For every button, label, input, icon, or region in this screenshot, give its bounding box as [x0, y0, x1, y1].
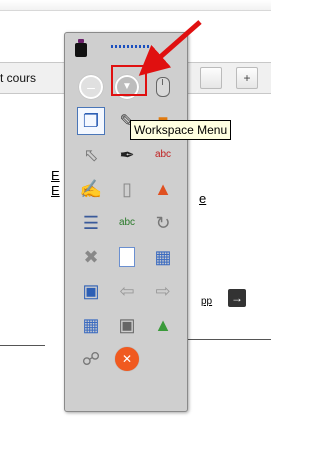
calendar-icon[interactable]: ▦ [77, 311, 105, 339]
tab-title[interactable]: t cours [0, 71, 36, 85]
line-tool-icon[interactable]: ☰ [77, 209, 105, 237]
back-arrow-icon[interactable]: ⇦ [113, 277, 141, 305]
table-icon[interactable]: ▦ [149, 243, 177, 271]
forward-arrow-icon[interactable]: ⇨ [149, 277, 177, 305]
page-arrow-button[interactable]: → [228, 289, 246, 307]
highlighter-icon[interactable]: ✍ [77, 175, 105, 203]
toolbar-row-8: ▦ ▣ ▲ [71, 311, 181, 339]
toolbar-row-4: ✍ ▯ ▲ [71, 175, 181, 203]
minus-circle-icon[interactable]: – [77, 73, 105, 101]
toolbar-row-3: ⬁ ✒ abc [71, 141, 181, 169]
copy-workspace-icon[interactable]: ❐ [77, 107, 105, 135]
page-link-3[interactable]: e [199, 191, 206, 206]
close-circle-icon[interactable]: ✕ [113, 345, 141, 373]
spell-pen-icon[interactable]: abc [149, 141, 177, 169]
shapes-icon[interactable]: ▲ [149, 175, 177, 203]
rotate-icon[interactable]: ↻ [149, 209, 177, 237]
page-link-4[interactable]: pp [201, 296, 212, 307]
screen-capture-icon[interactable]: ▣ [77, 277, 105, 305]
pointer-icon[interactable]: ⬁ [77, 141, 105, 169]
pen-tool-icon[interactable]: ✒ [113, 141, 141, 169]
eraser-icon[interactable]: ▯ [113, 175, 141, 203]
new-page-icon[interactable] [113, 243, 141, 271]
delete-icon[interactable]: ✖ [77, 243, 105, 271]
text-object-icon[interactable]: abc [113, 209, 141, 237]
page-link-2[interactable]: E [51, 183, 60, 198]
toolbar-row-6: ✖ ▦ [71, 243, 181, 271]
page-link-1[interactable]: E [51, 168, 60, 183]
tab-button-plus[interactable]: + [236, 67, 258, 89]
annotation-arrow-icon [138, 20, 202, 76]
page-divider-left [0, 345, 45, 346]
toolbar-row-5: ☰ abc ↻ [71, 209, 181, 237]
save-icon[interactable]: ▣ [113, 311, 141, 339]
link-tool-icon[interactable]: ☍ [77, 345, 105, 373]
toolbar-row-7: ▣ ⇦ ⇨ [71, 277, 181, 305]
toolbar-row-9: ☍ ✕ [71, 345, 181, 373]
workspace-menu-tooltip: Workspace Menu [130, 120, 232, 140]
page-top-bar [0, 0, 271, 11]
toolbar-logo-icon[interactable] [75, 39, 87, 57]
display-icon[interactable]: ▲ [149, 311, 177, 339]
